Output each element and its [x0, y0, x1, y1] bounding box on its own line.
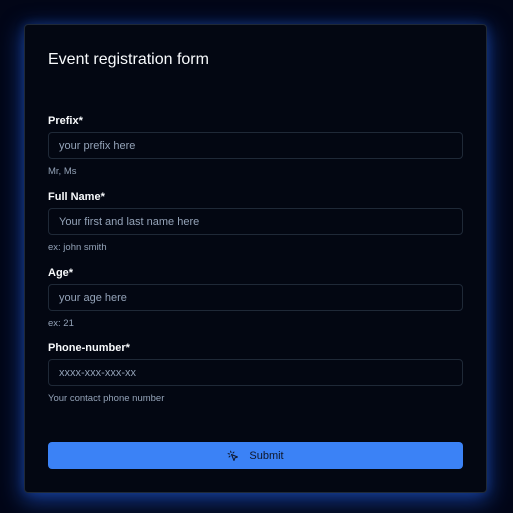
full-name-label: Full Name* — [48, 191, 105, 203]
age-input[interactable] — [48, 284, 463, 311]
form-title: Event registration form — [48, 51, 209, 68]
registration-form-card: Event registration form Prefix* Mr, Ms F… — [24, 24, 487, 493]
phone-number-hint: Your contact phone number — [48, 393, 165, 404]
submit-button[interactable]: Submit — [48, 442, 463, 469]
full-name-input[interactable] — [48, 208, 463, 235]
prefix-input[interactable] — [48, 132, 463, 159]
phone-number-label: Phone-number* — [48, 342, 130, 354]
age-hint: ex: 21 — [48, 318, 74, 329]
mouse-pointer-click-icon — [227, 450, 239, 462]
age-label: Age* — [48, 267, 74, 279]
phone-number-input[interactable] — [48, 359, 463, 386]
submit-label: Submit — [249, 449, 284, 462]
prefix-hint: Mr, Ms — [48, 166, 77, 177]
full-name-hint: ex: john smith — [48, 242, 107, 253]
prefix-label: Prefix* — [48, 115, 83, 127]
